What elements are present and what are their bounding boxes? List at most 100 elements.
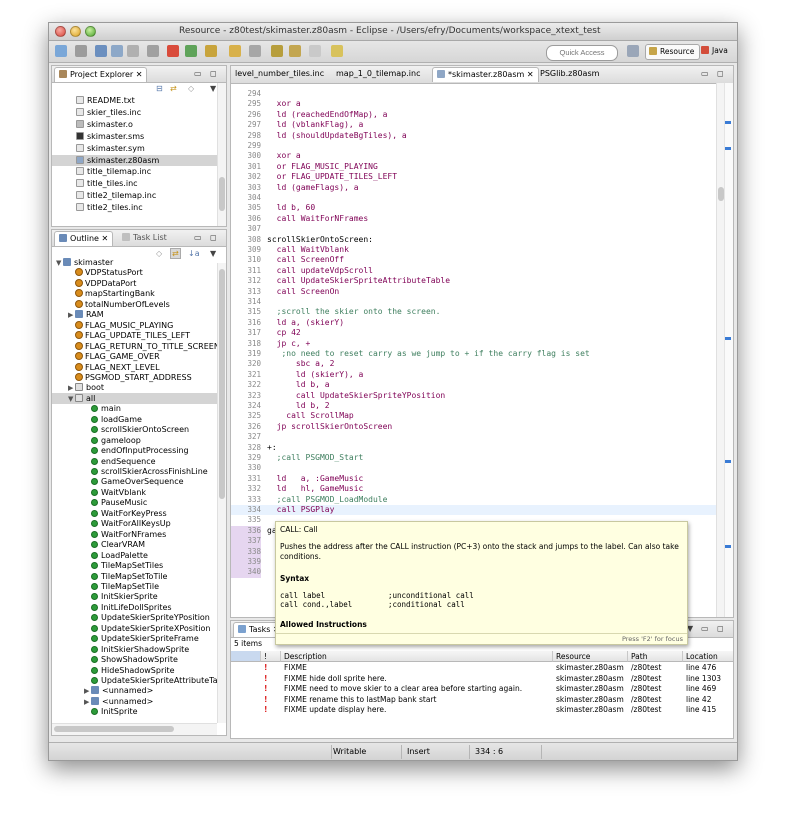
task-checkbox[interactable] bbox=[231, 674, 261, 685]
search-icon[interactable] bbox=[249, 45, 261, 57]
code-line[interactable]: call updateVdpScroll bbox=[267, 266, 373, 276]
code-line[interactable]: call PSGPlay bbox=[267, 505, 335, 515]
code-line[interactable]: ld b, 60 bbox=[267, 203, 316, 213]
perspective-resource-button[interactable]: Resource bbox=[645, 44, 700, 60]
code-line[interactable]: ld (shouldUpdateBgTiles), a bbox=[267, 131, 407, 141]
outline-item[interactable]: TileMapSetToTile bbox=[52, 571, 217, 582]
run-icon[interactable] bbox=[167, 45, 179, 57]
outline-item[interactable]: UpdateSkierSpriteFrame bbox=[52, 633, 217, 644]
outline-item[interactable]: FLAG_MUSIC_PLAYING bbox=[52, 320, 217, 331]
code-line[interactable]: ld (skierY), a bbox=[267, 370, 363, 380]
code-line[interactable]: sbc a, 2 bbox=[267, 359, 335, 369]
build-icon[interactable] bbox=[147, 45, 159, 57]
minimize-icon[interactable]: ▭ bbox=[194, 69, 202, 78]
maximize-icon[interactable]: ◻ bbox=[210, 233, 217, 242]
outline-item[interactable]: WaitForKeyPress bbox=[52, 508, 217, 519]
minimize-icon[interactable]: ▭ bbox=[701, 624, 709, 633]
outline-item[interactable]: ShowShadowSprite bbox=[52, 654, 217, 665]
code-line[interactable]: ld a, :GameMusic bbox=[267, 474, 364, 484]
link-with-editor-icon[interactable]: ⇄ bbox=[170, 84, 177, 93]
code-line[interactable]: jp c, + bbox=[267, 339, 311, 349]
print-icon[interactable] bbox=[127, 45, 139, 57]
outline-item[interactable]: WaitForAllKeysUp bbox=[52, 518, 217, 529]
outline-hscroll-thumb[interactable] bbox=[54, 726, 174, 732]
outline-item[interactable]: endSequence bbox=[52, 456, 217, 467]
code-line[interactable]: xor a bbox=[267, 151, 301, 161]
code-line[interactable]: jp scrollSkierOntoScreen bbox=[267, 422, 393, 432]
code-line[interactable]: xor a bbox=[267, 99, 301, 109]
close-window-button[interactable] bbox=[55, 26, 66, 37]
debug-icon[interactable] bbox=[185, 45, 197, 57]
quick-access-input[interactable] bbox=[546, 45, 618, 61]
outline-item[interactable]: endOfInputProcessing bbox=[52, 445, 217, 456]
tab-psglib[interactable]: PSGlib.z80asm bbox=[536, 67, 603, 81]
project-explorer-scrollbar[interactable] bbox=[217, 83, 226, 226]
outline-item[interactable]: main bbox=[52, 403, 217, 414]
maximize-icon[interactable]: ◻ bbox=[717, 624, 724, 633]
outline-item[interactable]: GameOverSequence bbox=[52, 476, 217, 487]
tasks-col-priority[interactable]: ! bbox=[261, 651, 281, 662]
tree-item[interactable]: title_tilemap.inc bbox=[52, 166, 217, 177]
tasks-col-resource[interactable]: Resource bbox=[553, 651, 628, 662]
outline-item[interactable]: TileMapSetTiles bbox=[52, 560, 217, 571]
open-perspective-icon[interactable] bbox=[627, 45, 639, 57]
outline-item[interactable]: ▼ skimaster bbox=[52, 257, 217, 268]
tab-project-explorer[interactable]: Project Explorer ✕ bbox=[54, 67, 148, 82]
collapse-all-icon[interactable]: ⊟ bbox=[156, 84, 163, 93]
outline-item[interactable]: scrollSkierOntoScreen bbox=[52, 424, 217, 435]
outline-item[interactable]: ClearVRAM bbox=[52, 539, 217, 550]
task-description[interactable]: FIXME rename this to lastMap bank start bbox=[281, 695, 553, 706]
view-menu-icon[interactable]: ▼ bbox=[210, 84, 216, 93]
tasks-col-location[interactable]: Location bbox=[683, 651, 733, 662]
back-icon[interactable] bbox=[289, 45, 301, 57]
outline-item[interactable]: LoadPalette bbox=[52, 550, 217, 561]
task-description[interactable]: FIXME need to move skier to a clear area… bbox=[281, 684, 553, 695]
code-line[interactable]: ;call PSGMOD_LoadModule bbox=[267, 495, 388, 505]
close-icon[interactable]: ✕ bbox=[102, 234, 109, 243]
outline-item[interactable]: InitLifeDollSprites bbox=[52, 602, 217, 613]
outline-item[interactable]: PauseMusic bbox=[52, 497, 217, 508]
task-checkbox[interactable] bbox=[231, 684, 261, 695]
tree-item[interactable]: skier_tiles.inc bbox=[52, 107, 217, 118]
task-checkbox[interactable] bbox=[231, 663, 261, 674]
outline-item[interactable]: ▶ RAM bbox=[52, 309, 217, 320]
task-checkbox[interactable] bbox=[231, 705, 261, 716]
perspective-java-button[interactable]: Java bbox=[701, 44, 728, 58]
overview-task-marker[interactable] bbox=[725, 337, 731, 340]
focus-icon[interactable]: ◇ bbox=[188, 84, 194, 93]
pin-editor-icon[interactable] bbox=[331, 45, 343, 57]
code-line[interactable]: scrollSkierOntoScreen: bbox=[267, 235, 373, 245]
code-line[interactable]: call WaitVblank bbox=[267, 245, 349, 255]
task-description[interactable]: FIXME bbox=[281, 663, 553, 674]
code-line[interactable]: or FLAG_MUSIC_PLAYING bbox=[267, 162, 378, 172]
outline-scroll-thumb[interactable] bbox=[219, 269, 225, 499]
new-icon[interactable] bbox=[55, 45, 67, 57]
outline-item[interactable]: InitSprite bbox=[52, 706, 217, 717]
project-explorer-scroll-thumb[interactable] bbox=[219, 177, 225, 211]
minimize-icon[interactable]: ▭ bbox=[194, 233, 202, 242]
tree-item[interactable]: skimaster.z80asm bbox=[52, 154, 217, 166]
outline-item[interactable]: WaitVblank bbox=[52, 487, 217, 498]
outline-item[interactable]: mapStartingBank bbox=[52, 288, 217, 299]
code-line[interactable]: call ScrollMap bbox=[267, 411, 353, 421]
outline-item[interactable]: ▼ all bbox=[52, 392, 217, 404]
tab-map-tilemap[interactable]: map_1_0_tilemap.inc bbox=[332, 67, 424, 81]
zoom-window-button[interactable] bbox=[85, 26, 96, 37]
tree-item[interactable]: README.txt bbox=[52, 95, 217, 106]
tree-item[interactable]: title2_tiles.inc bbox=[52, 202, 217, 213]
code-line[interactable]: ld (vblankFlag), a bbox=[267, 120, 364, 130]
outline-item[interactable]: TileMapSetTile bbox=[52, 581, 217, 592]
new-dropdown-icon[interactable] bbox=[75, 45, 87, 57]
outline-item[interactable]: ▶ boot bbox=[52, 382, 217, 393]
code-line[interactable]: +: bbox=[267, 443, 277, 453]
outline-item[interactable]: ▶ <unnamed> bbox=[52, 685, 217, 696]
task-description[interactable]: FIXME update display here. bbox=[281, 705, 553, 716]
outline-item[interactable]: loadGame bbox=[52, 414, 217, 425]
code-line[interactable]: ;scroll the skier onto the screen. bbox=[267, 307, 441, 317]
code-line[interactable]: ;no need to reset carry as we jump to + … bbox=[267, 349, 589, 359]
code-line[interactable]: call UpdateSkierSpriteYPosition bbox=[267, 391, 445, 401]
forward-icon[interactable] bbox=[309, 45, 321, 57]
tree-item[interactable]: title2_tilemap.inc bbox=[52, 190, 217, 201]
outline-item[interactable]: VDPDataPort bbox=[52, 278, 217, 289]
next-annotation-icon[interactable] bbox=[271, 45, 283, 57]
